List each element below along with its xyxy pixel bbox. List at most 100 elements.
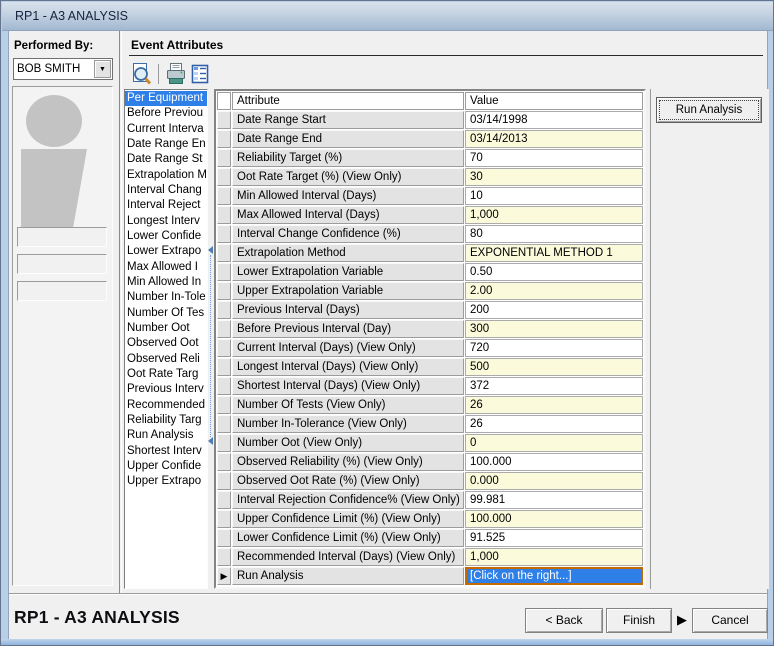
value-cell[interactable]: 99.981 xyxy=(465,491,643,509)
attribute-cell[interactable]: Interval Change Confidence (%) xyxy=(232,225,464,243)
list-item[interactable]: Oot Rate Targ xyxy=(125,367,207,382)
row-header-cell[interactable] xyxy=(217,168,231,186)
row-header-cell[interactable] xyxy=(217,377,231,395)
attribute-cell[interactable]: Observed Oot Rate (%) (View Only) xyxy=(232,472,464,490)
value-cell[interactable]: 0.50 xyxy=(465,263,643,281)
list-item[interactable]: Min Allowed In xyxy=(125,275,207,290)
list-item[interactable]: Before Previou xyxy=(125,106,207,121)
value-cell[interactable]: 26 xyxy=(465,415,643,433)
empty-field[interactable] xyxy=(17,227,107,247)
list-item[interactable]: Date Range St xyxy=(125,152,207,167)
attribute-cell[interactable]: Observed Reliability (%) (View Only) xyxy=(232,453,464,471)
list-item[interactable]: Interval Chang xyxy=(125,183,207,198)
value-cell[interactable]: 03/14/1998 xyxy=(465,111,643,129)
row-header-cell[interactable] xyxy=(217,453,231,471)
list-item[interactable]: Max Allowed I xyxy=(125,260,207,275)
list-item[interactable]: Current Interva xyxy=(125,122,207,137)
row-header-cell[interactable] xyxy=(217,320,231,338)
print-preview-button[interactable] xyxy=(129,62,153,86)
value-cell[interactable]: 500 xyxy=(465,358,643,376)
value-cell[interactable]: 720 xyxy=(465,339,643,357)
row-header-cell[interactable] xyxy=(217,206,231,224)
attribute-cell[interactable]: Lower Extrapolation Variable xyxy=(232,263,464,281)
attribute-cell[interactable]: Interval Rejection Confidence% (View Onl… xyxy=(232,491,464,509)
value-cell[interactable]: 372 xyxy=(465,377,643,395)
value-cell[interactable]: 10 xyxy=(465,187,643,205)
row-header-cell[interactable] xyxy=(217,187,231,205)
attribute-cell[interactable]: Upper Extrapolation Variable xyxy=(232,282,464,300)
attribute-cell[interactable]: Lower Confidence Limit (%) (View Only) xyxy=(232,529,464,547)
attribute-cell[interactable]: Reliability Target (%) xyxy=(232,149,464,167)
list-item[interactable]: Recommended xyxy=(125,398,207,413)
row-header-cell[interactable] xyxy=(217,434,231,452)
value-cell[interactable]: 26 xyxy=(465,396,643,414)
attribute-listbox[interactable]: Per EquipmentBefore PreviouCurrent Inter… xyxy=(124,89,208,589)
print-button[interactable] xyxy=(164,62,188,86)
row-header-cell[interactable] xyxy=(217,491,231,509)
list-item[interactable]: Observed Reli xyxy=(125,352,207,367)
row-header-cell[interactable] xyxy=(217,358,231,376)
row-header-cell[interactable] xyxy=(217,111,231,129)
row-header-cell[interactable]: ▶ xyxy=(217,567,231,585)
value-cell[interactable]: 100.000 xyxy=(465,453,643,471)
value-cell[interactable]: 1,000 xyxy=(465,548,643,566)
row-header-cell[interactable] xyxy=(217,282,231,300)
empty-field[interactable] xyxy=(17,281,107,301)
value-cell[interactable]: 0.000 xyxy=(465,472,643,490)
value-cell[interactable]: EXPONENTIAL METHOD 1 xyxy=(465,244,643,262)
value-column-header[interactable]: Value xyxy=(465,92,643,110)
attribute-cell[interactable]: Current Interval (Days) (View Only) xyxy=(232,339,464,357)
attribute-cell[interactable]: Upper Confidence Limit (%) (View Only) xyxy=(232,510,464,528)
list-item[interactable]: Reliability Targ xyxy=(125,413,207,428)
attribute-cell[interactable]: Number Of Tests (View Only) xyxy=(232,396,464,414)
row-header-cell[interactable] xyxy=(217,510,231,528)
row-header-cell[interactable] xyxy=(217,244,231,262)
list-item[interactable]: Date Range En xyxy=(125,137,207,152)
value-cell[interactable]: 2.00 xyxy=(465,282,643,300)
attribute-column-header[interactable]: Attribute xyxy=(232,92,464,110)
row-header-cell[interactable] xyxy=(217,149,231,167)
attribute-cell[interactable]: Oot Rate Target (%) (View Only) xyxy=(232,168,464,186)
value-cell[interactable]: [Click on the right...] xyxy=(465,567,643,585)
footer-arrow-icon[interactable]: ▶ xyxy=(677,611,687,629)
value-cell[interactable]: 70 xyxy=(465,149,643,167)
back-button[interactable]: < Back xyxy=(525,608,603,633)
row-header-cell[interactable] xyxy=(217,548,231,566)
list-item[interactable]: Number Oot xyxy=(125,321,207,336)
row-header-cell[interactable] xyxy=(217,415,231,433)
list-item[interactable]: Longest Interv xyxy=(125,214,207,229)
list-item[interactable]: Lower Confide xyxy=(125,229,207,244)
row-header-cell[interactable] xyxy=(217,263,231,281)
empty-field[interactable] xyxy=(17,254,107,274)
list-item[interactable]: Upper Confide xyxy=(125,459,207,474)
attribute-cell[interactable]: Max Allowed Interval (Days) xyxy=(232,206,464,224)
row-header-cell[interactable] xyxy=(217,396,231,414)
row-header-cell[interactable] xyxy=(217,472,231,490)
value-cell[interactable]: 100.000 xyxy=(465,510,643,528)
list-item[interactable]: Previous Interv xyxy=(125,382,207,397)
attribute-cell[interactable]: Min Allowed Interval (Days) xyxy=(232,187,464,205)
attribute-cell[interactable]: Previous Interval (Days) xyxy=(232,301,464,319)
attribute-cell[interactable]: Longest Interval (Days) (View Only) xyxy=(232,358,464,376)
value-cell[interactable]: 0 xyxy=(465,434,643,452)
list-item[interactable]: Interval Reject xyxy=(125,198,207,213)
value-cell[interactable]: 300 xyxy=(465,320,643,338)
cancel-button[interactable]: Cancel xyxy=(692,608,768,633)
attribute-cell[interactable]: Recommended Interval (Days) (View Only) xyxy=(232,548,464,566)
attribute-cell[interactable]: Run Analysis xyxy=(232,567,464,585)
list-item[interactable]: Number Of Tes xyxy=(125,306,207,321)
value-cell[interactable]: 1,000 xyxy=(465,206,643,224)
list-item[interactable]: Upper Extrapo xyxy=(125,474,207,489)
value-cell[interactable]: 80 xyxy=(465,225,643,243)
value-cell[interactable]: 03/14/2013 xyxy=(465,130,643,148)
list-item[interactable]: Extrapolation M xyxy=(125,168,207,183)
list-item[interactable]: Number In-Tole xyxy=(125,290,207,305)
finish-button[interactable]: Finish xyxy=(606,608,672,633)
row-header-cell[interactable] xyxy=(217,339,231,357)
attribute-cell[interactable]: Extrapolation Method xyxy=(232,244,464,262)
table-view-button[interactable] xyxy=(188,62,212,86)
performed-by-select[interactable]: BOB SMITH ▼ xyxy=(13,58,113,80)
row-header-cell[interactable] xyxy=(217,301,231,319)
list-item[interactable]: Run Analysis xyxy=(125,428,207,443)
attribute-cell[interactable]: Shortest Interval (Days) (View Only) xyxy=(232,377,464,395)
